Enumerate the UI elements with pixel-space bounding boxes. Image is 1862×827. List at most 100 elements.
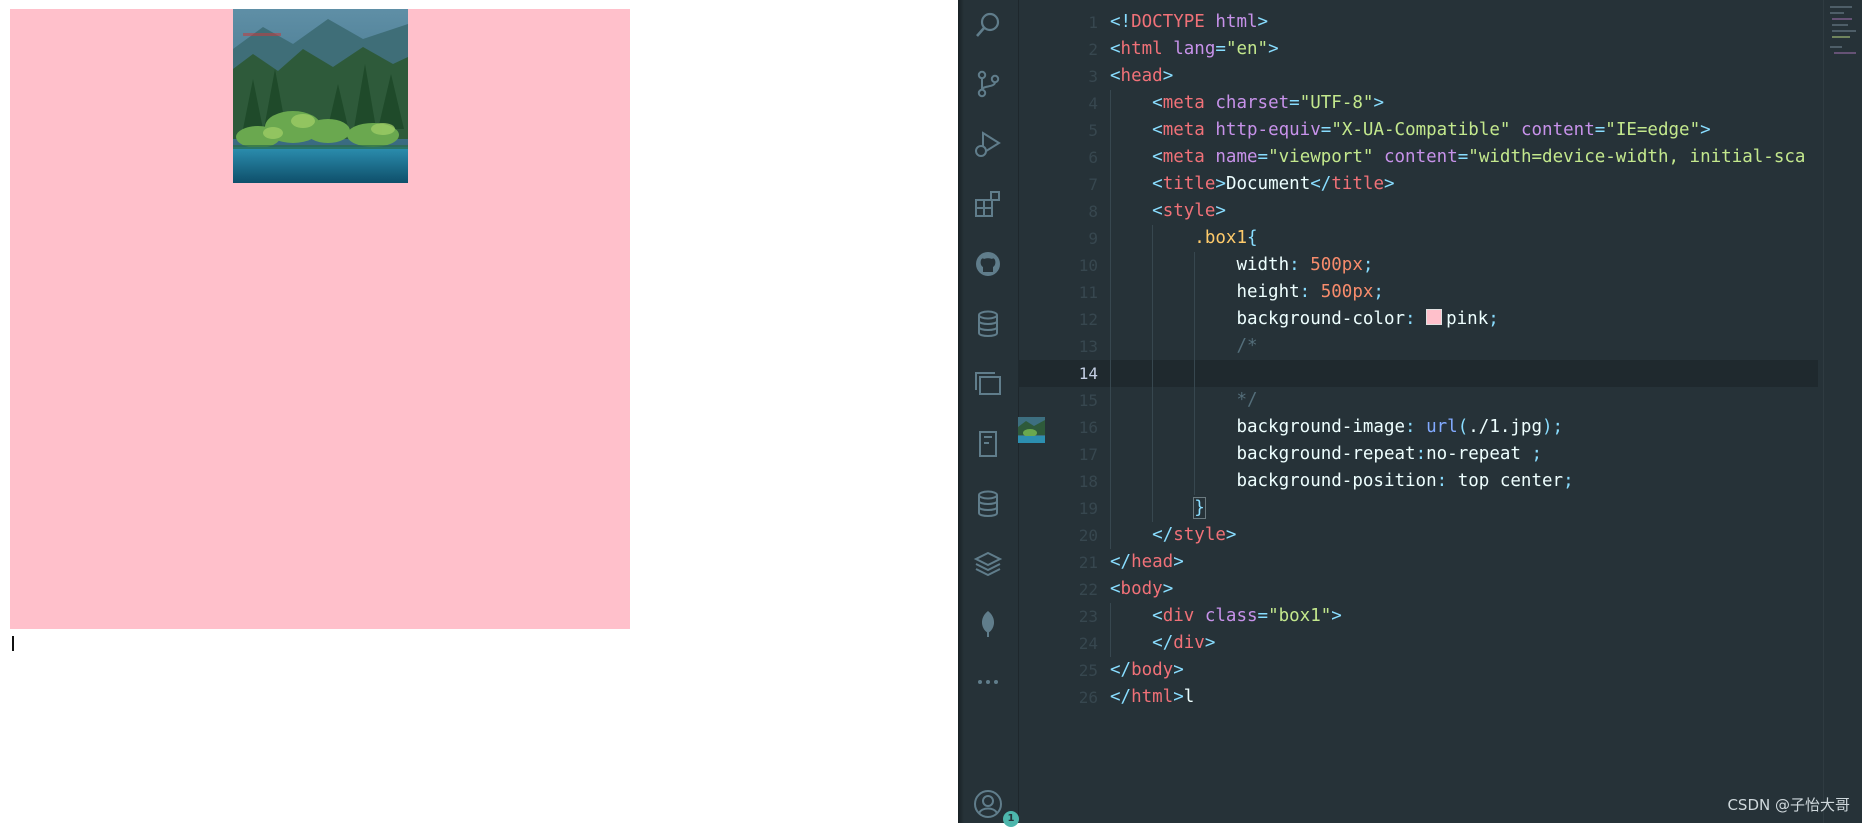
code-text: } (1110, 495, 1206, 522)
code-line[interactable]: 4 <meta charset="UTF-8"> (1018, 90, 1818, 117)
code-token: < (1152, 201, 1163, 221)
line-number: 11 (1078, 283, 1098, 302)
code-editor: 1 1 <!DOCTYPE html> 2 <html lang="en"> 3 <hea… (958, 0, 1862, 827)
code-token: height (1236, 282, 1300, 302)
code-text: </body> (1110, 657, 1184, 684)
code-text: <meta name="viewport" content="width=dev… (1110, 144, 1805, 171)
line-number: 22 (1078, 580, 1098, 599)
code-line[interactable]: 24 </div> (1018, 630, 1818, 657)
minimap[interactable] (1823, 0, 1862, 823)
line-number: 3 (1088, 67, 1098, 86)
code-token: < (1110, 579, 1121, 599)
code-line[interactable]: 13 /* (1018, 333, 1818, 360)
line-number: 18 (1078, 472, 1098, 491)
line-number: 6 (1088, 148, 1098, 167)
panels-icon[interactable] (973, 369, 1003, 399)
code-token: ; (1563, 471, 1574, 491)
forest-lake-photo (233, 9, 408, 183)
code-token: < (1152, 174, 1163, 194)
account-icon[interactable]: 1 (973, 789, 1019, 827)
line-number: 26 (1078, 688, 1098, 707)
code-line[interactable]: 20 </style> (1018, 522, 1818, 549)
code-token: ; (1531, 444, 1543, 464)
code-token: head (1131, 552, 1174, 572)
code-line[interactable]: 12 background-color: pink; (1018, 306, 1818, 333)
code-line[interactable]: 19 } (1018, 495, 1818, 522)
code-token: lang (1162, 39, 1216, 59)
code-line[interactable]: 10 width: 500px; (1018, 252, 1818, 279)
code-text: background-color: pink; (1110, 306, 1499, 333)
code-line[interactable]: 25 </body> (1018, 657, 1818, 684)
code-line[interactable]: 26 </html>l (1018, 684, 1818, 711)
code-line[interactable]: 18 background-position: top center; (1018, 468, 1818, 495)
database-icon[interactable] (973, 309, 1003, 339)
code-token: background-position (1236, 471, 1437, 491)
run-debug-icon[interactable] (973, 129, 1003, 159)
code-line[interactable]: 8 <style> (1018, 198, 1818, 225)
extensions-icon[interactable] (973, 189, 1003, 219)
code-token: > (1700, 120, 1711, 140)
code-line[interactable]: 23 <div class="box1"> (1018, 603, 1818, 630)
code-line[interactable]: 21 </head> (1018, 549, 1818, 576)
color-swatch[interactable] (1426, 309, 1443, 325)
code-token: </ (1152, 633, 1174, 653)
code-line[interactable]: 15 */ (1018, 387, 1818, 414)
code-line[interactable]: 17 background-repeat:no-repeat ; (1018, 441, 1818, 468)
code-token: .box1 (1194, 228, 1247, 248)
code-line[interactable]: 2 <html lang="en"> (1018, 36, 1818, 63)
code-line[interactable]: 22 <body> (1018, 576, 1818, 603)
code-line[interactable]: 1 <!DOCTYPE html> (1018, 9, 1818, 36)
code-token: style (1162, 201, 1216, 221)
database-icon[interactable] (973, 489, 1003, 519)
github-icon[interactable] (973, 249, 1003, 279)
leaf-icon[interactable] (973, 608, 1003, 638)
code-line[interactable]: 3 <head> (1018, 63, 1818, 90)
code-token: : (1405, 417, 1427, 437)
line-number: 20 (1078, 526, 1098, 545)
code-token: 500px (1320, 282, 1374, 302)
code-text: */ (1110, 387, 1257, 414)
code-token: content (1510, 120, 1595, 140)
code-token: no-repeat (1426, 444, 1532, 464)
divider-shadow (958, 0, 964, 823)
code-token: ( (1457, 417, 1469, 437)
breadcrumb (1018, 0, 1798, 6)
line-number: 15 (1078, 391, 1098, 410)
code-text: background-position: top center; (1110, 468, 1574, 495)
search-icon[interactable] (973, 10, 1003, 40)
code-line[interactable]: 7 <title>Document</title> (1018, 171, 1818, 198)
code-token: : (1436, 471, 1458, 491)
code-line[interactable]: 11 height: 500px; (1018, 279, 1818, 306)
code-text: <style> (1110, 198, 1226, 225)
code-token: ); (1542, 417, 1564, 437)
code-area[interactable]: 1 <!DOCTYPE html> 2 <html lang="en"> 3 <head>… (1018, 9, 1818, 823)
code-token: "en" (1225, 39, 1269, 59)
code-token: : (1415, 444, 1427, 464)
line-number: 13 (1078, 337, 1098, 356)
code-token: html (1120, 39, 1163, 59)
code-token: "width=device-width, initial-sca (1468, 147, 1806, 167)
code-token: ./1.jpg (1468, 417, 1543, 437)
code-line[interactable]: 16 background-image: url(./1.jpg); (1018, 414, 1818, 441)
layers-icon[interactable] (973, 549, 1003, 579)
code-line[interactable]: 9 .box1{ (1018, 225, 1818, 252)
code-line[interactable]: 14 (1018, 360, 1818, 387)
code-token: > (1257, 12, 1269, 32)
code-text: <meta charset="UTF-8"> (1110, 90, 1384, 117)
code-token: { (1246, 228, 1258, 248)
code-line[interactable]: 6 <meta name="viewport" content="width=d… (1018, 144, 1818, 171)
code-line[interactable]: 5 <meta http-equiv="X-UA-Compatible" con… (1018, 117, 1818, 144)
code-token: class (1194, 606, 1258, 626)
more-icon[interactable] (973, 667, 1003, 697)
code-token: < (1152, 93, 1163, 113)
line-number: 10 (1078, 256, 1098, 275)
indent-guide (1152, 225, 1153, 522)
line-number: 19 (1078, 499, 1098, 518)
bookmark-icon[interactable] (973, 429, 1003, 459)
source-control-icon[interactable] (973, 69, 1003, 99)
